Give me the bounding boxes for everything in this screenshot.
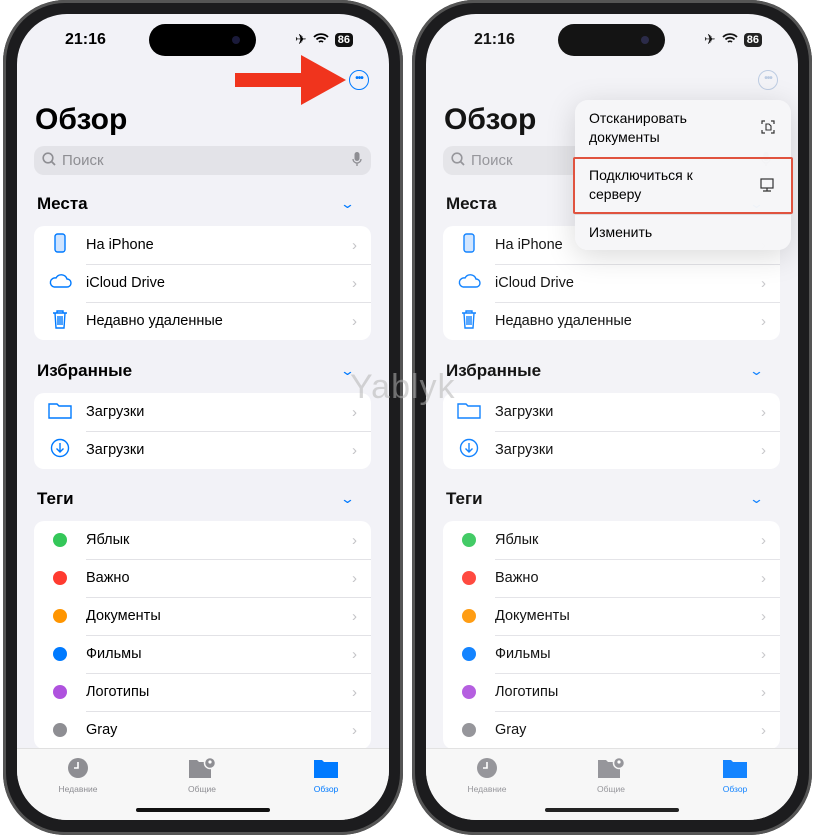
list-item[interactable]: Недавно удаленные › <box>34 302 371 340</box>
cloud-icon <box>48 273 72 294</box>
trash-icon <box>51 309 69 334</box>
chevron-right-icon: › <box>352 236 357 254</box>
list-item[interactable]: Документы › <box>34 597 371 635</box>
section-list: Загрузки › Загрузки › <box>34 393 371 469</box>
watermark: Yablyk <box>350 368 456 406</box>
section-header[interactable]: Избранные <box>37 361 132 381</box>
chevron-right-icon: › <box>352 607 357 625</box>
list-item-label: Яблык <box>86 532 130 548</box>
list-item-label: На iPhone <box>86 237 154 253</box>
tag-color-icon <box>53 647 67 661</box>
list-item[interactable]: Логотипы › <box>34 673 371 711</box>
chevron-right-icon: › <box>352 531 357 549</box>
tab-label: Недавние <box>58 784 98 794</box>
chevron-right-icon: › <box>352 683 357 701</box>
chevron-right-icon: › <box>352 312 357 330</box>
search-input[interactable]: Поиск <box>34 146 371 175</box>
folder-icon <box>286 757 366 779</box>
section-header[interactable]: Теги <box>37 489 74 509</box>
tab-2[interactable]: Обзор <box>286 757 366 794</box>
clock-icon <box>38 757 118 779</box>
list-item[interactable]: На iPhone › <box>34 226 371 264</box>
tab-label: Общие <box>188 784 216 794</box>
section-header[interactable]: Места <box>37 194 88 214</box>
list-item-label: Важно <box>86 570 130 586</box>
section-list: На iPhone›iCloud Drive›Недавно удаленные… <box>34 226 371 340</box>
phone-icon <box>54 232 66 258</box>
tab-1[interactable]: Общие <box>162 757 242 794</box>
highlight-box <box>573 157 793 214</box>
red-arrow-icon <box>235 55 346 105</box>
list-item[interactable]: Gray › <box>34 711 371 749</box>
search-placeholder: Поиск <box>62 152 104 169</box>
chevron-down-icon[interactable]: ⌄ <box>340 491 355 507</box>
chevron-right-icon: › <box>352 441 357 459</box>
scan-document-icon <box>761 120 775 137</box>
chevron-right-icon: › <box>352 274 357 292</box>
phone-frame-1: 21:16 ✈ 86 ••• Обзор Поиск Места ⌄ На iPho… <box>3 0 403 835</box>
home-indicator[interactable] <box>136 808 270 812</box>
battery-icon: 86 <box>334 32 353 47</box>
list-item-label: Недавно удаленные <box>86 313 223 329</box>
section-list: Яблык › Важно › Документы › Фильмы › Логотипы › Gr… <box>34 521 371 749</box>
list-item-label: iCloud Drive <box>86 275 165 291</box>
tag-color-icon <box>53 685 67 699</box>
tab-0[interactable]: Недавние <box>38 757 118 794</box>
list-item-label: Документы <box>86 608 161 624</box>
list-item[interactable]: Важно › <box>34 559 371 597</box>
tab-label: Обзор <box>313 784 339 794</box>
dynamic-island <box>149 24 256 56</box>
list-item[interactable]: Фильмы › <box>34 635 371 673</box>
menu-item-edit[interactable]: Изменить <box>589 223 652 242</box>
phone-frame-2: 21:16 ✈86 ••• Обзор ПоискМеста ⌄ На iPho… <box>412 0 812 835</box>
chevron-right-icon: › <box>352 721 357 739</box>
list-item[interactable]: Яблык › <box>34 521 371 559</box>
list-item-label: Загрузки <box>86 404 145 420</box>
download-icon <box>50 438 70 463</box>
chevron-right-icon: › <box>352 645 357 663</box>
list-item-label: Фильмы <box>86 646 142 662</box>
list-item-label: Логотипы <box>86 684 150 700</box>
search-icon <box>42 151 56 170</box>
tag-color-icon <box>53 533 67 547</box>
shared-folder-icon <box>162 757 242 779</box>
folder-icon <box>48 401 72 424</box>
chevron-down-icon[interactable]: ⌄ <box>340 196 355 212</box>
list-item[interactable]: Загрузки › <box>34 393 371 431</box>
tag-color-icon <box>53 571 67 585</box>
tag-color-icon <box>53 723 67 737</box>
chevron-right-icon: › <box>352 569 357 587</box>
menu-item-scan[interactable]: Отсканировать документы <box>589 109 739 147</box>
more-button[interactable]: ••• <box>349 70 369 90</box>
airplane-icon: ✈ <box>295 31 307 47</box>
files-screen: 21:16 ✈86 ••• Обзор ПоискМеста ⌄ На iPho… <box>426 14 798 820</box>
files-screen: 21:16 ✈ 86 ••• Обзор Поиск Места ⌄ На iPho… <box>17 14 389 820</box>
wifi-icon <box>313 32 329 48</box>
list-item-label: Gray <box>86 722 118 738</box>
microphone-icon[interactable] <box>352 152 362 170</box>
list-item-label: Загрузки <box>86 442 145 458</box>
status-time: 21:16 <box>65 31 106 48</box>
page-title: Обзор <box>35 103 128 136</box>
list-item[interactable]: Загрузки › <box>34 431 371 469</box>
tag-color-icon <box>53 609 67 623</box>
list-item[interactable]: iCloud Drive › <box>34 264 371 302</box>
